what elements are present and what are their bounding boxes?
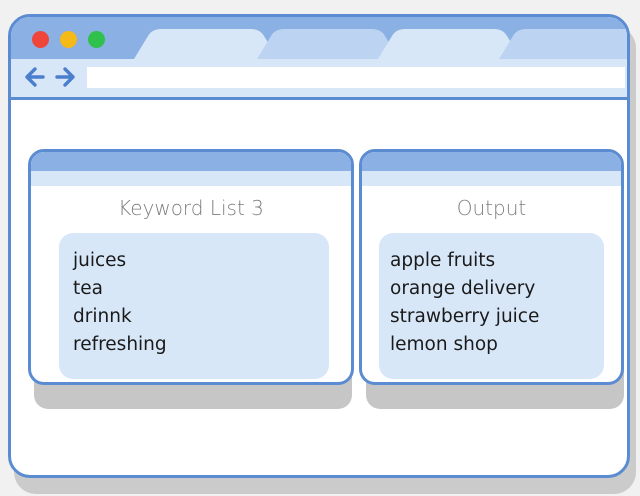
list-item: strawberry juice	[390, 306, 540, 327]
tab-1[interactable]	[134, 29, 278, 59]
keywords-panel-subheader	[31, 171, 351, 186]
close-dot[interactable]	[32, 31, 49, 48]
address-bar[interactable]	[87, 67, 625, 88]
maximize-dot[interactable]	[88, 31, 105, 48]
title-bar	[11, 17, 627, 59]
keywords-panel-header	[31, 152, 351, 171]
output-panel: Output apple fruits orange delivery stra…	[359, 149, 624, 385]
list-item: refreshing	[73, 334, 167, 355]
list-item: drinnk	[73, 306, 132, 327]
arrow-left-icon[interactable]	[23, 66, 47, 88]
list-item: tea	[73, 278, 103, 299]
output-list: apple fruits orange delivery strawberry …	[379, 233, 604, 379]
tab-3[interactable]	[378, 29, 521, 59]
list-item: juices	[73, 250, 127, 271]
list-item: apple fruits	[390, 250, 496, 271]
arrow-right-icon[interactable]	[53, 66, 77, 88]
toolbar	[11, 59, 627, 100]
minimize-dot[interactable]	[60, 31, 77, 48]
keywords-list: juices tea drinnk refreshing	[59, 233, 329, 379]
list-item: orange delivery	[390, 278, 536, 299]
keywords-panel: Keyword List 3 juices tea drinnk refresh…	[28, 149, 354, 385]
keywords-panel-title: Keyword List 3	[118, 196, 264, 220]
tab-2[interactable]	[257, 29, 399, 59]
output-panel-header	[362, 152, 621, 171]
output-panel-subheader	[362, 171, 621, 186]
output-panel-title: Output	[456, 196, 527, 220]
list-item: lemon shop	[390, 334, 498, 355]
tab-4[interactable]	[499, 29, 627, 59]
